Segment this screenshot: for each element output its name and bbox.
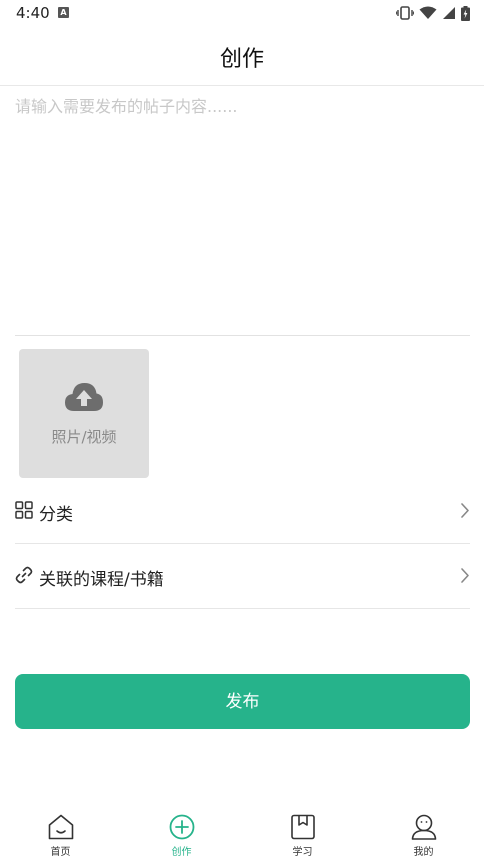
content-area — [15, 86, 470, 336]
nav-study[interactable]: 学习 — [242, 806, 363, 862]
nav-create[interactable]: 创作 — [121, 806, 242, 862]
wifi-icon — [419, 6, 437, 19]
create-icon — [169, 814, 194, 840]
grid-icon — [15, 501, 33, 519]
publish-button[interactable]: 发布 — [15, 674, 470, 729]
related-course-book-row[interactable]: 关联的课程/书籍 — [15, 544, 470, 609]
title-bar: 创作 — [0, 28, 484, 86]
status-icons — [396, 5, 470, 21]
cloud-upload-icon — [65, 383, 103, 411]
nav-profile-label: 我的 — [413, 847, 434, 858]
chevron-right-icon — [461, 503, 469, 518]
battery-icon — [461, 5, 470, 21]
notification-badge: A — [58, 7, 69, 18]
bottom-nav: 首页 创作 学习 我的 — [0, 806, 484, 862]
related-label: 关联的课程/书籍 — [39, 570, 164, 590]
nav-home[interactable]: 首页 — [0, 806, 121, 862]
category-row[interactable]: 分类 — [15, 479, 470, 544]
nav-home-label: 首页 — [50, 847, 71, 858]
post-content-input[interactable] — [15, 86, 470, 335]
bookmark-icon — [290, 814, 315, 840]
page-title: 创作 — [219, 47, 264, 72]
upload-label: 照片/视频 — [51, 428, 117, 446]
vibrate-icon — [396, 6, 414, 20]
home-icon — [48, 814, 73, 840]
nav-study-label: 学习 — [292, 847, 313, 858]
nav-create-label: 创作 — [171, 847, 192, 858]
signal-icon — [443, 7, 455, 19]
publish-label: 发布 — [225, 692, 260, 711]
status-bar: 4:40 A — [0, 0, 484, 28]
nav-profile[interactable]: 我的 — [363, 806, 484, 862]
photo-video-upload[interactable]: 照片/视频 — [19, 349, 149, 478]
chevron-right-icon — [461, 568, 469, 583]
category-label: 分类 — [39, 505, 73, 525]
profile-icon — [411, 814, 436, 840]
status-time: 4:40 — [16, 4, 50, 22]
link-icon — [15, 566, 33, 584]
